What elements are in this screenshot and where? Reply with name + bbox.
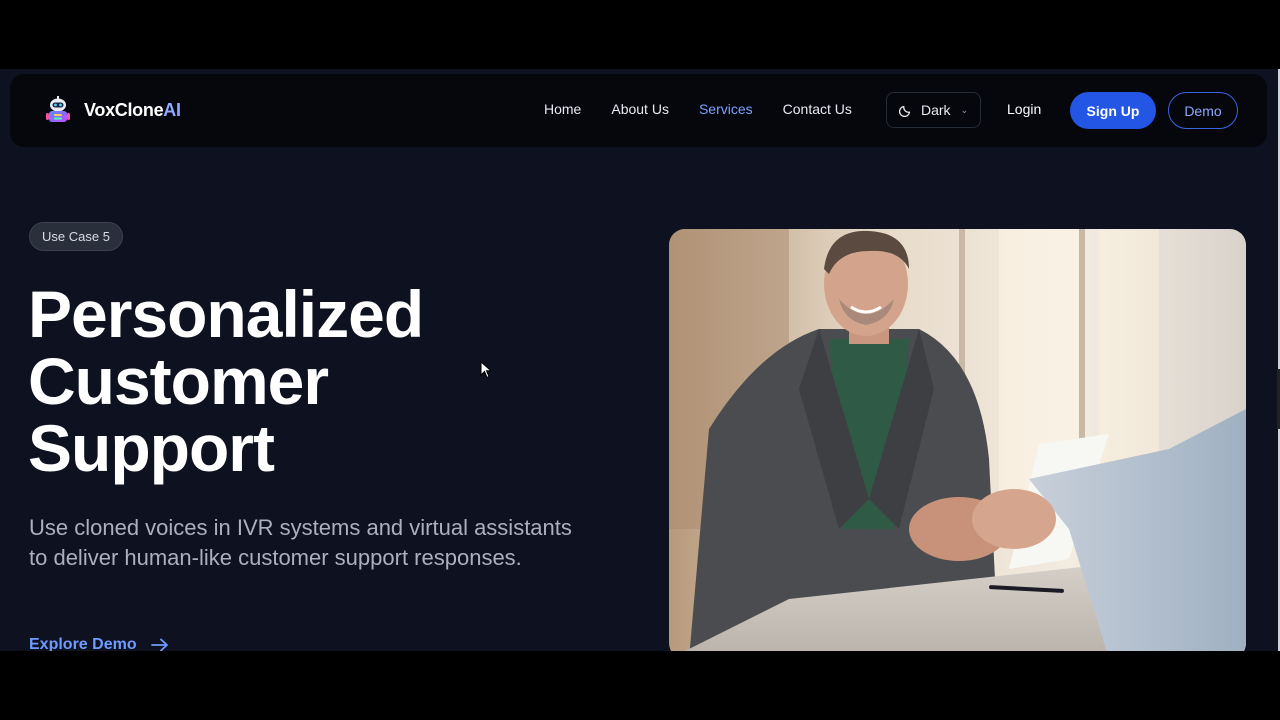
nav-link-services[interactable]: Services — [699, 101, 753, 117]
theme-dropdown[interactable]: Dark ⌄ — [886, 92, 981, 128]
arrow-right-icon — [150, 638, 168, 651]
use-case-badge: Use Case 5 — [29, 222, 123, 251]
hero-description: Use cloned voices in IVR systems and vir… — [29, 515, 572, 570]
demo-button[interactable]: Demo — [1168, 92, 1238, 129]
video-letterbox-bottom — [0, 651, 1280, 720]
navbar: VoxCloneAI Home About Us Services Contac… — [10, 74, 1267, 147]
hero-title: Personalized Customer Support — [28, 277, 424, 485]
main-nav: Home About Us Services Contact Us — [544, 101, 852, 117]
moon-icon — [899, 105, 911, 117]
hero-image-handshake — [669, 229, 1246, 651]
brand-name: VoxCloneAI — [84, 99, 181, 120]
video-letterbox-top — [0, 0, 1280, 69]
robot-logo-icon — [46, 96, 70, 122]
explore-demo-label: Explore Demo — [29, 636, 137, 651]
chevron-down-icon: ⌄ — [960, 104, 969, 115]
login-link[interactable]: Login — [1007, 101, 1041, 117]
theme-dropdown-value: Dark — [921, 102, 951, 118]
explore-demo-link[interactable]: Explore Demo — [29, 636, 169, 651]
mouse-cursor-icon — [480, 361, 492, 379]
landing-page: VoxCloneAI Home About Us Services Contac… — [0, 69, 1280, 651]
nav-link-contact-us[interactable]: Contact Us — [783, 101, 852, 117]
nav-link-home[interactable]: Home — [544, 101, 581, 117]
nav-link-about-us[interactable]: About Us — [611, 101, 669, 117]
brand[interactable]: VoxCloneAI — [44, 95, 181, 125]
sign-up-button[interactable]: Sign Up — [1070, 92, 1156, 129]
handshake-photo — [669, 229, 1246, 651]
